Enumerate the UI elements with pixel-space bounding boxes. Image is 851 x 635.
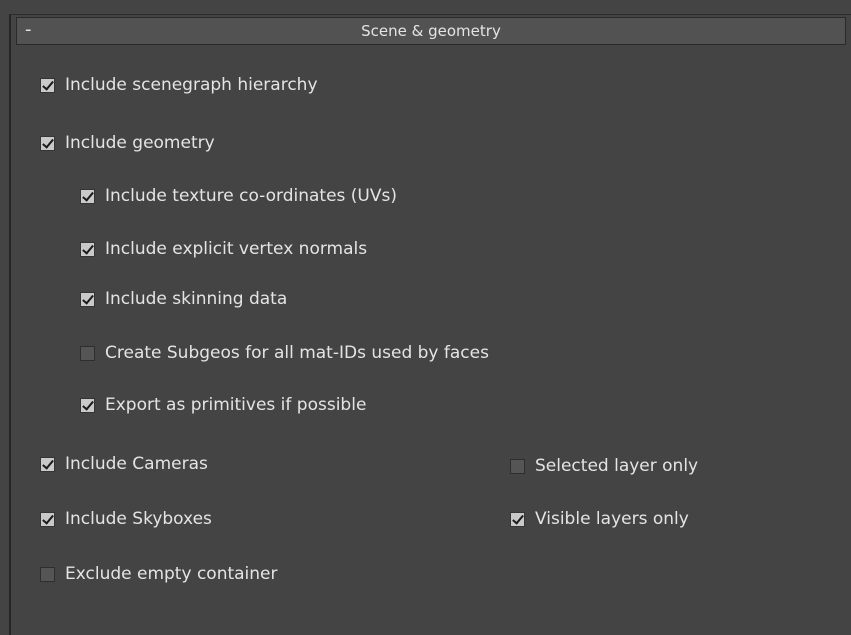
include-texture-coordinates-checkbox[interactable]	[80, 188, 95, 204]
include-explicit-vertex-normals-option[interactable]: Include explicit vertex normals	[80, 238, 367, 260]
include-geometry-option[interactable]: Include geometry	[40, 132, 215, 154]
create-subgeos-checkbox[interactable]	[80, 345, 95, 361]
include-skinning-data-label: Include skinning data	[105, 289, 288, 309]
include-explicit-vertex-normals-label: Include explicit vertex normals	[105, 239, 368, 259]
include-texture-coordinates-label: Include texture co-ordinates (UVs)	[105, 186, 397, 206]
include-scenegraph-hierarchy-option[interactable]: Include scenegraph hierarchy	[40, 74, 318, 96]
create-subgeos-label: Create Subgeos for all mat-IDs used by f…	[105, 343, 489, 363]
rollout-title: Scene & geometry	[361, 22, 501, 40]
include-texture-coordinates-option[interactable]: Include texture co-ordinates (UVs)	[80, 185, 397, 207]
exclude-empty-container-option[interactable]: Exclude empty container	[40, 563, 278, 585]
export-as-primitives-checkbox[interactable]	[80, 397, 95, 413]
include-skyboxes-option[interactable]: Include Skyboxes	[40, 508, 212, 530]
include-skyboxes-checkbox[interactable]	[40, 511, 55, 527]
export-as-primitives-option[interactable]: Export as primitives if possible	[80, 394, 366, 416]
visible-layers-only-option[interactable]: Visible layers only	[510, 508, 689, 530]
include-geometry-checkbox[interactable]	[40, 135, 55, 151]
rollout-header[interactable]: - Scene & geometry	[16, 17, 846, 45]
exclude-empty-container-label: Exclude empty container	[65, 564, 278, 584]
include-cameras-option[interactable]: Include Cameras	[40, 453, 208, 475]
include-skinning-data-checkbox[interactable]	[80, 291, 95, 307]
selected-layer-only-option[interactable]: Selected layer only	[510, 455, 698, 477]
include-cameras-checkbox[interactable]	[40, 456, 55, 472]
include-skyboxes-label: Include Skyboxes	[65, 509, 212, 529]
include-scenegraph-hierarchy-checkbox[interactable]	[40, 77, 55, 93]
include-cameras-label: Include Cameras	[65, 454, 208, 474]
include-geometry-label: Include geometry	[65, 133, 215, 153]
selected-layer-only-label: Selected layer only	[535, 456, 699, 476]
visible-layers-only-label: Visible layers only	[535, 509, 689, 529]
create-subgeos-option[interactable]: Create Subgeos for all mat-IDs used by f…	[80, 342, 489, 364]
visible-layers-only-checkbox[interactable]	[510, 511, 525, 527]
rollout-panel	[9, 14, 851, 635]
include-skinning-data-option[interactable]: Include skinning data	[80, 288, 287, 310]
exclude-empty-container-checkbox[interactable]	[40, 566, 55, 582]
selected-layer-only-checkbox[interactable]	[510, 458, 525, 474]
include-explicit-vertex-normals-checkbox[interactable]	[80, 241, 95, 257]
include-scenegraph-hierarchy-label: Include scenegraph hierarchy	[65, 75, 318, 95]
export-as-primitives-label: Export as primitives if possible	[105, 395, 367, 415]
